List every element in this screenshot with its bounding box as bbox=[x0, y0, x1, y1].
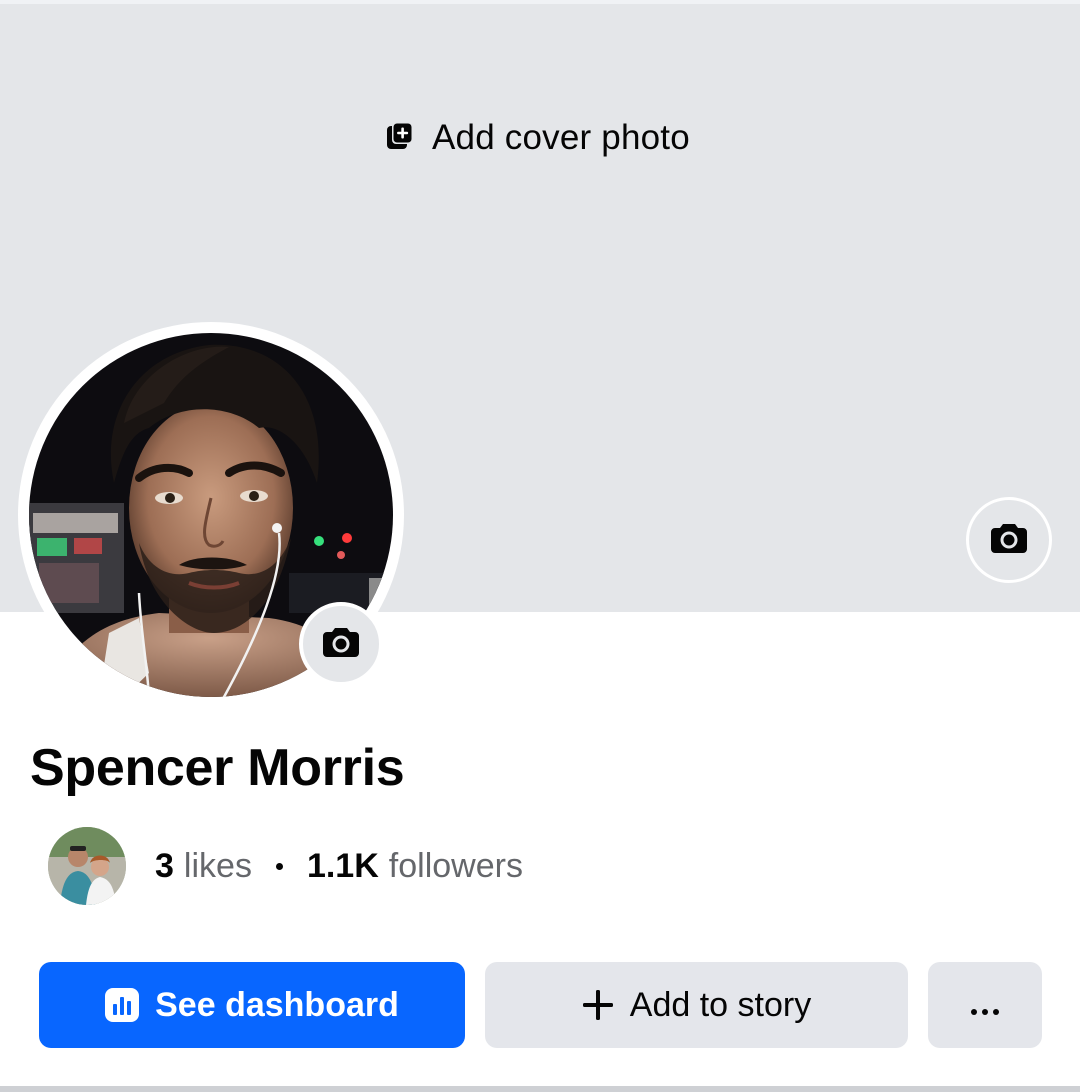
bar-chart-icon bbox=[105, 988, 140, 1022]
section-divider bbox=[0, 1086, 1080, 1092]
add-photo-icon bbox=[386, 121, 414, 156]
stats-text: 3 likes 1.1K followers bbox=[155, 847, 523, 886]
edit-profile-picture-camera-button[interactable] bbox=[299, 602, 383, 686]
camera-icon bbox=[322, 626, 360, 663]
top-divider bbox=[0, 0, 1080, 4]
followers-label: followers bbox=[388, 846, 523, 885]
add-to-story-button[interactable]: Add to story bbox=[485, 962, 908, 1048]
followers-count: 1.1K bbox=[306, 846, 379, 885]
more-options-button[interactable] bbox=[928, 962, 1042, 1048]
see-dashboard-label: See dashboard bbox=[155, 985, 399, 1024]
add-to-story-label: Add to story bbox=[629, 985, 812, 1024]
profile-name: Spencer Morris bbox=[30, 739, 405, 797]
add-cover-photo-label: Add cover photo bbox=[432, 118, 690, 157]
see-dashboard-button[interactable]: See dashboard bbox=[39, 962, 465, 1048]
likes-label: likes bbox=[183, 846, 252, 885]
profile-page: Add cover photo Spencer Morris 3 likes 1… bbox=[0, 0, 1080, 1092]
more-dots-icon bbox=[970, 986, 1000, 1025]
add-cover-photo-button[interactable]: Add cover photo bbox=[386, 118, 690, 158]
camera-icon bbox=[990, 522, 1028, 559]
likes-count: 3 bbox=[155, 846, 174, 885]
separator-dot bbox=[275, 862, 283, 870]
profile-stats: 3 likes 1.1K followers bbox=[48, 827, 523, 905]
plus-icon bbox=[582, 989, 614, 1021]
liker-avatar[interactable] bbox=[48, 827, 126, 905]
edit-cover-camera-button[interactable] bbox=[966, 497, 1052, 583]
